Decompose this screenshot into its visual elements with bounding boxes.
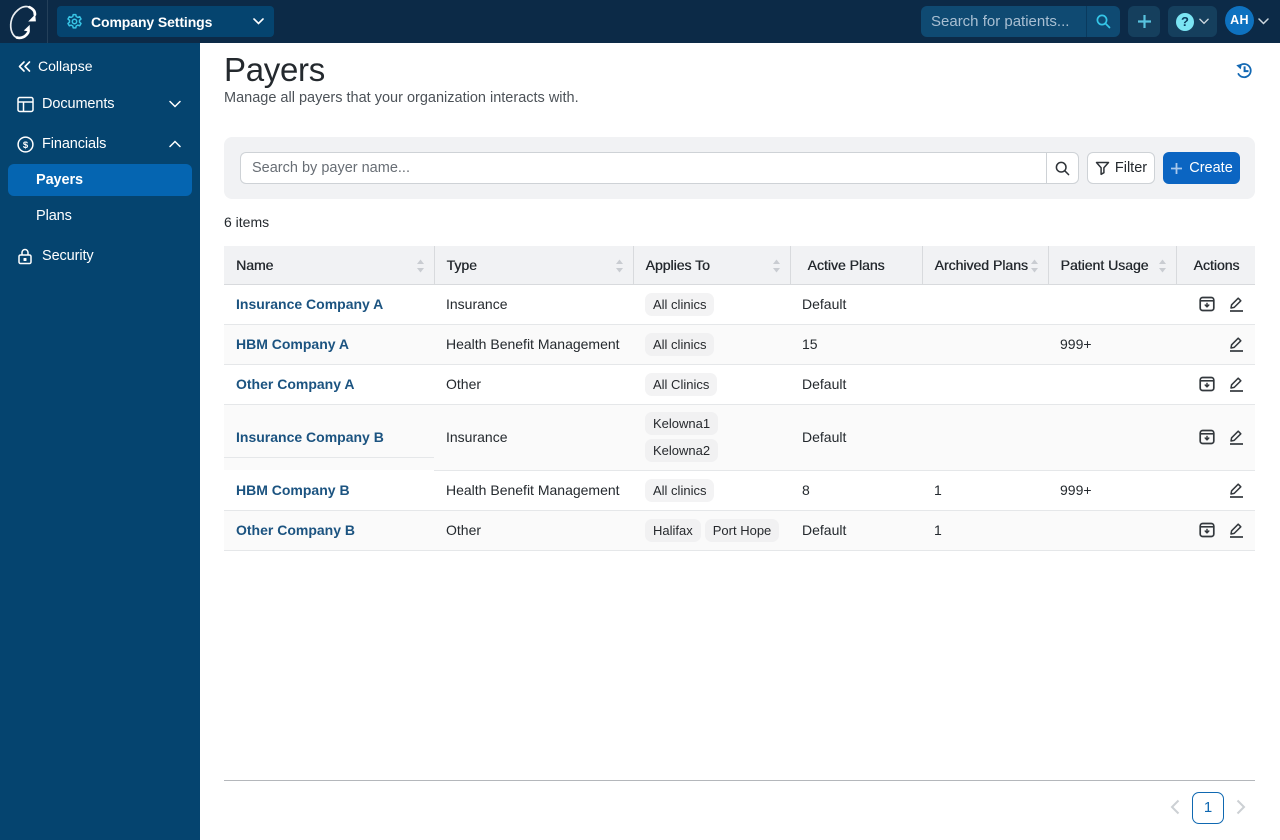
svg-text:$: $ (23, 140, 29, 151)
